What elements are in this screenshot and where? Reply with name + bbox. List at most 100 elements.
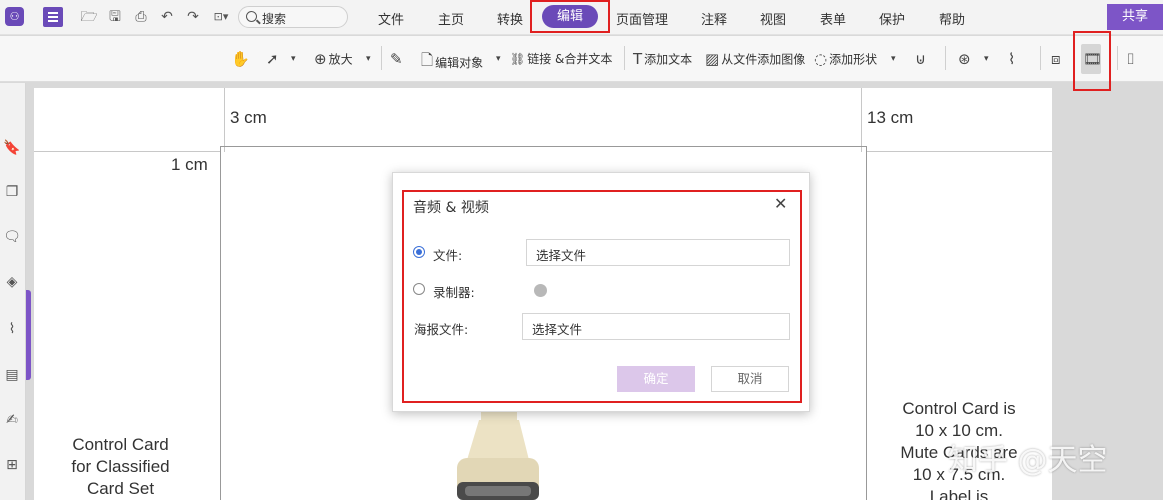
toolbar-divider xyxy=(1040,46,1041,70)
watermark: 知乎 @天空 xyxy=(948,443,1108,478)
search-icon xyxy=(246,11,257,22)
bookmark-icon: ⌷ xyxy=(1126,50,1136,68)
edit-object-label: 编辑对象 xyxy=(435,56,484,70)
toolbar: ✋ ➚ ▾ ⊕ 放大 ▾ ✎ 🗋 编辑对象 ▾ ⛓ 链接 &合并文本 T 添加文本 ▨ 从… xyxy=(0,31,1163,91)
close-icon[interactable]: ✕ xyxy=(774,194,787,213)
tab-form[interactable]: 表单 xyxy=(820,9,846,28)
cursor-icon: ➚ xyxy=(266,50,279,68)
recorder-radio[interactable] xyxy=(413,283,425,295)
layers-panel-icon[interactable]: ◈ xyxy=(3,273,21,291)
add-shape-label: 添加形状 xyxy=(829,52,878,67)
toolbar-divider xyxy=(1117,46,1118,70)
add-shape-dropdown-icon[interactable]: ▾ xyxy=(891,54,896,64)
tab-comment[interactable]: 注释 xyxy=(701,9,727,28)
add-image-label: 从文件添加图像 xyxy=(721,52,806,67)
guide-line xyxy=(34,151,220,152)
add-shape-button[interactable]: ◌ 添加形状 xyxy=(814,50,877,68)
guide-line xyxy=(224,88,225,152)
ruler-label-left: 3 cm xyxy=(230,108,267,127)
edit-pencil-icon: ✎ xyxy=(390,50,403,68)
tab-view[interactable]: 视图 xyxy=(760,9,786,28)
tab-page-management[interactable]: 页面管理 xyxy=(616,9,668,28)
link-icon: ⊍ xyxy=(915,50,926,68)
link-merge-text-button[interactable]: ⛓ 链接 &合并文本 xyxy=(510,50,612,67)
select-tool-button[interactable]: ➚ xyxy=(266,50,281,68)
globe-icon: ⊛ xyxy=(958,50,971,68)
highlight-box-edit-tab xyxy=(530,0,610,33)
hand-tool-button[interactable]: ✋ xyxy=(231,50,252,68)
zoom-in-icon: ⊕ xyxy=(314,50,327,68)
left-sidebar: 🔖 ❐ 🗨 ◈ ⌇ ▤ ✍ ⊞ xyxy=(0,83,26,500)
product-image xyxy=(457,400,539,500)
sidebar-collapse-handle[interactable] xyxy=(26,290,31,380)
save-icon[interactable]: 🖫 xyxy=(106,8,124,26)
recorder-label: 录制器: xyxy=(433,285,475,300)
poster-label: 海报文件: xyxy=(414,322,469,337)
comments-panel-icon[interactable]: 🗨 xyxy=(3,228,21,246)
open-folder-icon[interactable]: 🗁 xyxy=(80,8,98,26)
paperclip-icon: ⌇ xyxy=(1008,50,1016,68)
attachments-panel-icon[interactable]: ⌇ xyxy=(3,320,21,338)
select-dropdown-icon[interactable]: ▾ xyxy=(291,54,296,64)
ruler-label-right: 13 cm xyxy=(867,108,914,127)
toolbar-divider xyxy=(624,46,625,70)
redo-icon[interactable]: ↷ xyxy=(184,8,202,26)
link-merge-label: 链接 &合并文本 xyxy=(527,52,613,66)
main-menu-icon[interactable] xyxy=(43,7,63,27)
link-button[interactable]: ⊍ xyxy=(915,50,928,68)
edit-text-button[interactable]: ✎ xyxy=(390,50,405,68)
web-link-dropdown-icon[interactable]: ▾ xyxy=(984,54,989,64)
card-border xyxy=(220,146,221,500)
tab-convert[interactable]: 转换 xyxy=(497,9,523,28)
app-window: ⚇ 🗁 🖫 ⎙ ↶ ↷ ⊡▾ 搜索 文件 主页 转换 编辑 页面管理 注释 视图… xyxy=(0,0,1163,500)
margin-label: 1 cm xyxy=(171,155,208,174)
file-label: 文件: xyxy=(433,248,463,263)
quick-access-dropdown-icon[interactable]: ⊡▾ xyxy=(208,8,234,26)
ok-button[interactable]: 确定 xyxy=(617,366,695,392)
undo-icon[interactable]: ↶ xyxy=(158,8,176,26)
record-button[interactable] xyxy=(534,284,547,297)
toolbar-divider xyxy=(381,46,382,70)
poster-select-field[interactable]: 选择文件 xyxy=(522,313,790,340)
tab-help[interactable]: 帮助 xyxy=(939,9,965,28)
print-icon[interactable]: ⎙ xyxy=(132,8,150,26)
card-border xyxy=(220,146,866,147)
zoom-dropdown-icon[interactable]: ▾ xyxy=(366,54,371,64)
tab-protect[interactable]: 保护 xyxy=(879,9,905,28)
web-link-button[interactable]: ⊛ xyxy=(958,50,973,68)
image-icon: ▨ xyxy=(705,50,720,68)
toolbar-divider xyxy=(945,46,946,70)
edit-object-dropdown-icon[interactable]: ▾ xyxy=(496,54,501,64)
left-card-text: Control Card for Classified Card Set xyxy=(71,435,170,498)
app-logo-icon[interactable]: ⚇ xyxy=(5,7,24,26)
bookmark-panel-icon[interactable]: 🔖 xyxy=(3,139,21,157)
guide-line xyxy=(866,151,1052,152)
add-text-icon: T xyxy=(633,50,643,68)
bookmark-button[interactable]: ⌷ xyxy=(1126,50,1137,68)
crop-button[interactable]: ⧈ xyxy=(1051,50,1063,68)
form-panel-icon[interactable]: ⊞ xyxy=(3,456,21,474)
guide-line xyxy=(861,88,862,152)
card-border xyxy=(866,146,867,500)
file-radio[interactable] xyxy=(413,246,425,258)
pages-panel-icon[interactable]: ❐ xyxy=(3,183,21,201)
tab-home[interactable]: 主页 xyxy=(438,9,464,28)
edit-object-button[interactable]: 🗋 编辑对象 xyxy=(421,50,483,75)
tab-file[interactable]: 文件 xyxy=(378,9,404,28)
crop-frame-icon: ⧈ xyxy=(1051,50,1061,68)
search-input[interactable]: 搜索 xyxy=(238,6,348,28)
document-panel-icon[interactable]: ▤ xyxy=(3,366,21,384)
file-select-field[interactable]: 选择文件 xyxy=(526,239,790,266)
search-placeholder: 搜索 xyxy=(262,12,287,26)
attachment-button[interactable]: ⌇ xyxy=(1008,50,1017,68)
signature-panel-icon[interactable]: ✍ xyxy=(3,411,21,429)
share-button[interactable]: 共享 xyxy=(1107,4,1163,30)
add-text-button[interactable]: T 添加文本 xyxy=(633,50,692,68)
cancel-button[interactable]: 取消 xyxy=(711,366,789,392)
edit-object-icon: 🗋 xyxy=(421,51,434,69)
zoom-in-button[interactable]: ⊕ 放大 xyxy=(314,50,353,68)
dialog-title: 音频 & 视频 xyxy=(413,200,489,216)
add-image-button[interactable]: ▨ 从文件添加图像 xyxy=(705,50,805,68)
menu-bar: ⚇ 🗁 🖫 ⎙ ↶ ↷ ⊡▾ 搜索 文件 主页 转换 编辑 页面管理 注释 视图… xyxy=(0,0,1163,35)
link-merge-icon: ⛓ xyxy=(510,51,526,66)
